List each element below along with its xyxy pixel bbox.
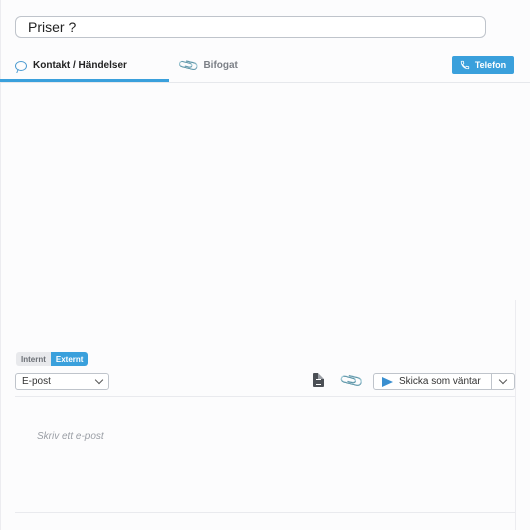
email-body-input[interactable]: Skriv ett e-post <box>37 431 104 442</box>
composer-top-divider <box>15 396 515 397</box>
composer-bottom-divider <box>15 512 515 513</box>
chevron-down-icon <box>94 375 104 385</box>
attach-paperclip-icon[interactable]: 📎 <box>338 367 366 395</box>
send-arrow-icon <box>382 376 393 387</box>
paperclip-icon: 📎 <box>176 53 201 77</box>
active-tab-indicator <box>0 79 169 82</box>
phone-icon <box>460 60 469 70</box>
channel-select-value: E-post <box>22 376 51 387</box>
phone-button-label: Telefon <box>474 60 507 70</box>
right-divider <box>515 300 516 530</box>
tab-contact-events[interactable]: Kontakt / Händelser <box>15 50 169 81</box>
toggle-external[interactable]: Externt <box>50 352 89 366</box>
template-document-icon[interactable] <box>313 373 324 387</box>
chevron-down-icon <box>498 375 508 385</box>
subject-input[interactable]: Priser ? <box>15 16 486 38</box>
tab-contact-label: Kontakt / Händelser <box>33 60 127 71</box>
chat-bubble-icon <box>15 60 27 71</box>
channel-select[interactable]: E-post <box>15 373 109 390</box>
send-button[interactable]: Skicka som väntar <box>374 374 492 389</box>
phone-button[interactable]: Telefon <box>452 56 514 74</box>
send-button-label: Skicka som väntar <box>399 376 481 387</box>
tab-attachments-label: Bifogat <box>203 60 238 71</box>
toggle-internal[interactable]: Internt <box>16 352 51 366</box>
tab-attachments[interactable]: 📎 Bifogat <box>176 50 238 81</box>
send-split-button: Skicka som väntar <box>373 373 515 390</box>
tab-bar: Kontakt / Händelser 📎 Bifogat <box>0 50 530 83</box>
send-options-dropdown[interactable] <box>492 374 514 389</box>
internal-external-toggle: Internt Externt <box>16 352 89 366</box>
